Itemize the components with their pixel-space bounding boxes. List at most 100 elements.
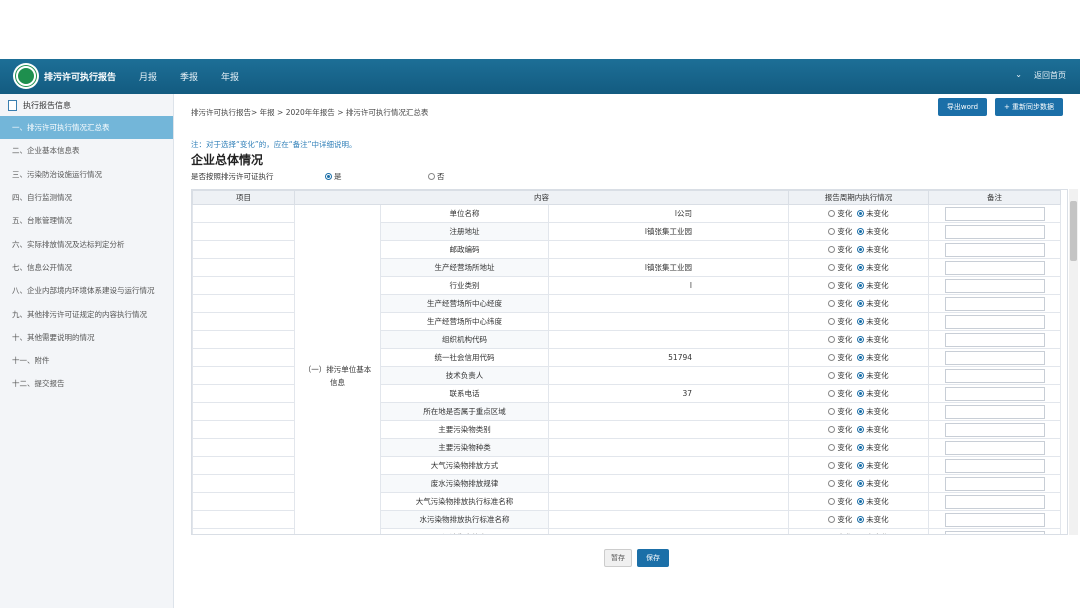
radio-unchanged-icon[interactable]	[857, 317, 865, 325]
remark-input[interactable]	[944, 242, 1045, 257]
radio-changed-icon[interactable]	[828, 299, 836, 307]
remark-input[interactable]	[944, 512, 1045, 527]
radio-unchanged-icon[interactable]	[857, 299, 865, 307]
radio-changed-icon[interactable]	[828, 407, 836, 415]
nav-annual[interactable]: 年报	[221, 70, 239, 83]
radio-unselected-icon[interactable]	[428, 172, 435, 180]
changed-label: 变化	[837, 317, 853, 326]
remark-input[interactable]	[944, 350, 1045, 365]
sidebar-item-attachments[interactable]: 十一、附件	[0, 349, 173, 372]
field-label: 组织机构代码	[380, 330, 549, 349]
radio-changed-icon[interactable]	[828, 281, 836, 289]
top-blank-area	[0, 0, 1080, 59]
radio-no[interactable]: 否	[428, 171, 445, 182]
remark-input[interactable]	[944, 206, 1045, 221]
remark-input[interactable]	[944, 224, 1045, 239]
changed-label: 变化	[837, 209, 853, 218]
radio-changed-icon[interactable]	[828, 245, 836, 253]
radio-changed-icon[interactable]	[828, 335, 836, 343]
radio-unchanged-icon[interactable]	[857, 389, 865, 397]
radio-changed-icon[interactable]	[828, 389, 836, 397]
sidebar-item-self-monitoring[interactable]: 四、自行监测情况	[0, 186, 173, 209]
remark-cell	[928, 240, 1062, 259]
table-scrollbar[interactable]	[1069, 189, 1078, 535]
radio-unchanged-icon[interactable]	[857, 497, 865, 505]
remark-input[interactable]	[944, 314, 1045, 329]
remark-input[interactable]	[944, 386, 1045, 401]
radio-yes[interactable]: 是	[325, 171, 342, 182]
sidebar-item-emissions[interactable]: 六、实际排放情况及达标判定分析	[0, 232, 173, 255]
sidebar-item-ledger[interactable]: 五、台账管理情况	[0, 209, 173, 232]
chevron-down-icon[interactable]: ⌄	[1015, 70, 1022, 81]
sidebar-item-disclosure[interactable]: 七、信息公开情况	[0, 256, 173, 279]
radio-changed-icon[interactable]	[828, 371, 836, 379]
radio-unchanged-icon[interactable]	[857, 461, 865, 469]
remark-cell	[928, 510, 1062, 529]
radio-unchanged-icon[interactable]	[857, 425, 865, 433]
sidebar-item-other-permit[interactable]: 九、其他排污许可证规定的内容执行情况	[0, 302, 173, 325]
change-status-cell: 变化 未变化	[788, 528, 930, 534]
remark-input[interactable]	[944, 296, 1045, 311]
radio-unchanged-icon[interactable]	[857, 281, 865, 289]
item-cell	[192, 330, 295, 349]
field-value	[547, 456, 790, 475]
radio-changed-icon[interactable]	[828, 533, 836, 534]
radio-unchanged-icon[interactable]	[857, 245, 865, 253]
radio-changed-icon[interactable]	[828, 209, 836, 217]
remark-input[interactable]	[944, 458, 1045, 473]
radio-unchanged-icon[interactable]	[857, 353, 865, 361]
radio-changed-icon[interactable]	[828, 425, 836, 433]
radio-changed-icon[interactable]	[828, 461, 836, 469]
remark-input[interactable]	[944, 332, 1045, 347]
note-text: 注：对于选择“变化”的，应在“备注”中详细说明。	[191, 140, 357, 149]
remark-input[interactable]	[944, 260, 1045, 275]
remark-input[interactable]	[944, 530, 1045, 534]
radio-unchanged-icon[interactable]	[857, 515, 865, 523]
radio-unchanged-icon[interactable]	[857, 407, 865, 415]
radio-changed-icon[interactable]	[828, 317, 836, 325]
remark-input[interactable]	[944, 368, 1045, 383]
nav-quarterly[interactable]: 季报	[180, 70, 198, 83]
radio-unchanged-icon[interactable]	[857, 371, 865, 379]
unchanged-label: 未变化	[866, 209, 889, 218]
sidebar-header-label: 执行报告信息	[23, 100, 71, 110]
sidebar-item-pollution-facilities[interactable]: 三、污染防治设施运行情况	[0, 163, 173, 186]
radio-changed-icon[interactable]	[828, 497, 836, 505]
radio-unchanged-icon[interactable]	[857, 443, 865, 451]
radio-unchanged-icon[interactable]	[857, 533, 865, 534]
remark-input[interactable]	[944, 404, 1045, 419]
changed-label: 变化	[837, 389, 853, 398]
item-cell	[192, 384, 295, 403]
radio-unchanged-icon[interactable]	[857, 209, 865, 217]
temp-save-button[interactable]: 暂存	[604, 549, 632, 567]
sidebar-item-internal-system[interactable]: 八、企业内部境内环境体系建设与运行情况	[0, 279, 173, 302]
radio-changed-icon[interactable]	[828, 515, 836, 523]
save-button[interactable]: 保存	[637, 549, 669, 567]
remark-input[interactable]	[944, 440, 1045, 455]
remark-input[interactable]	[944, 278, 1045, 293]
sidebar-item-submit[interactable]: 十二、提交报告	[0, 372, 173, 395]
remark-input[interactable]	[944, 422, 1045, 437]
radio-unchanged-icon[interactable]	[857, 263, 865, 271]
item-cell	[192, 240, 295, 259]
radio-unchanged-icon[interactable]	[857, 335, 865, 343]
export-word-button[interactable]: 导出word	[938, 98, 987, 116]
sidebar-item-other-notes[interactable]: 十、其他需要说明的情况	[0, 326, 173, 349]
radio-selected-icon[interactable]	[325, 172, 332, 180]
back-home-link[interactable]: 返回首页	[1034, 70, 1066, 81]
radio-changed-icon[interactable]	[828, 263, 836, 271]
remark-input[interactable]	[944, 476, 1045, 491]
radio-changed-icon[interactable]	[828, 443, 836, 451]
radio-changed-icon[interactable]	[828, 227, 836, 235]
nav-monthly[interactable]: 月报	[139, 70, 157, 83]
radio-unchanged-icon[interactable]	[857, 227, 865, 235]
sidebar-item-summary[interactable]: 一、排污许可执行情况汇总表	[0, 116, 173, 140]
sidebar-item-basic-info[interactable]: 二、企业基本信息表	[0, 139, 173, 162]
radio-changed-icon[interactable]	[828, 479, 836, 487]
scrollbar-thumb[interactable]	[1070, 201, 1077, 261]
remark-input[interactable]	[944, 494, 1045, 509]
resync-data-button[interactable]: + 重新同步数据	[995, 98, 1063, 116]
field-label: 大气污染物排放方式	[380, 456, 549, 475]
radio-changed-icon[interactable]	[828, 353, 836, 361]
radio-unchanged-icon[interactable]	[857, 479, 865, 487]
